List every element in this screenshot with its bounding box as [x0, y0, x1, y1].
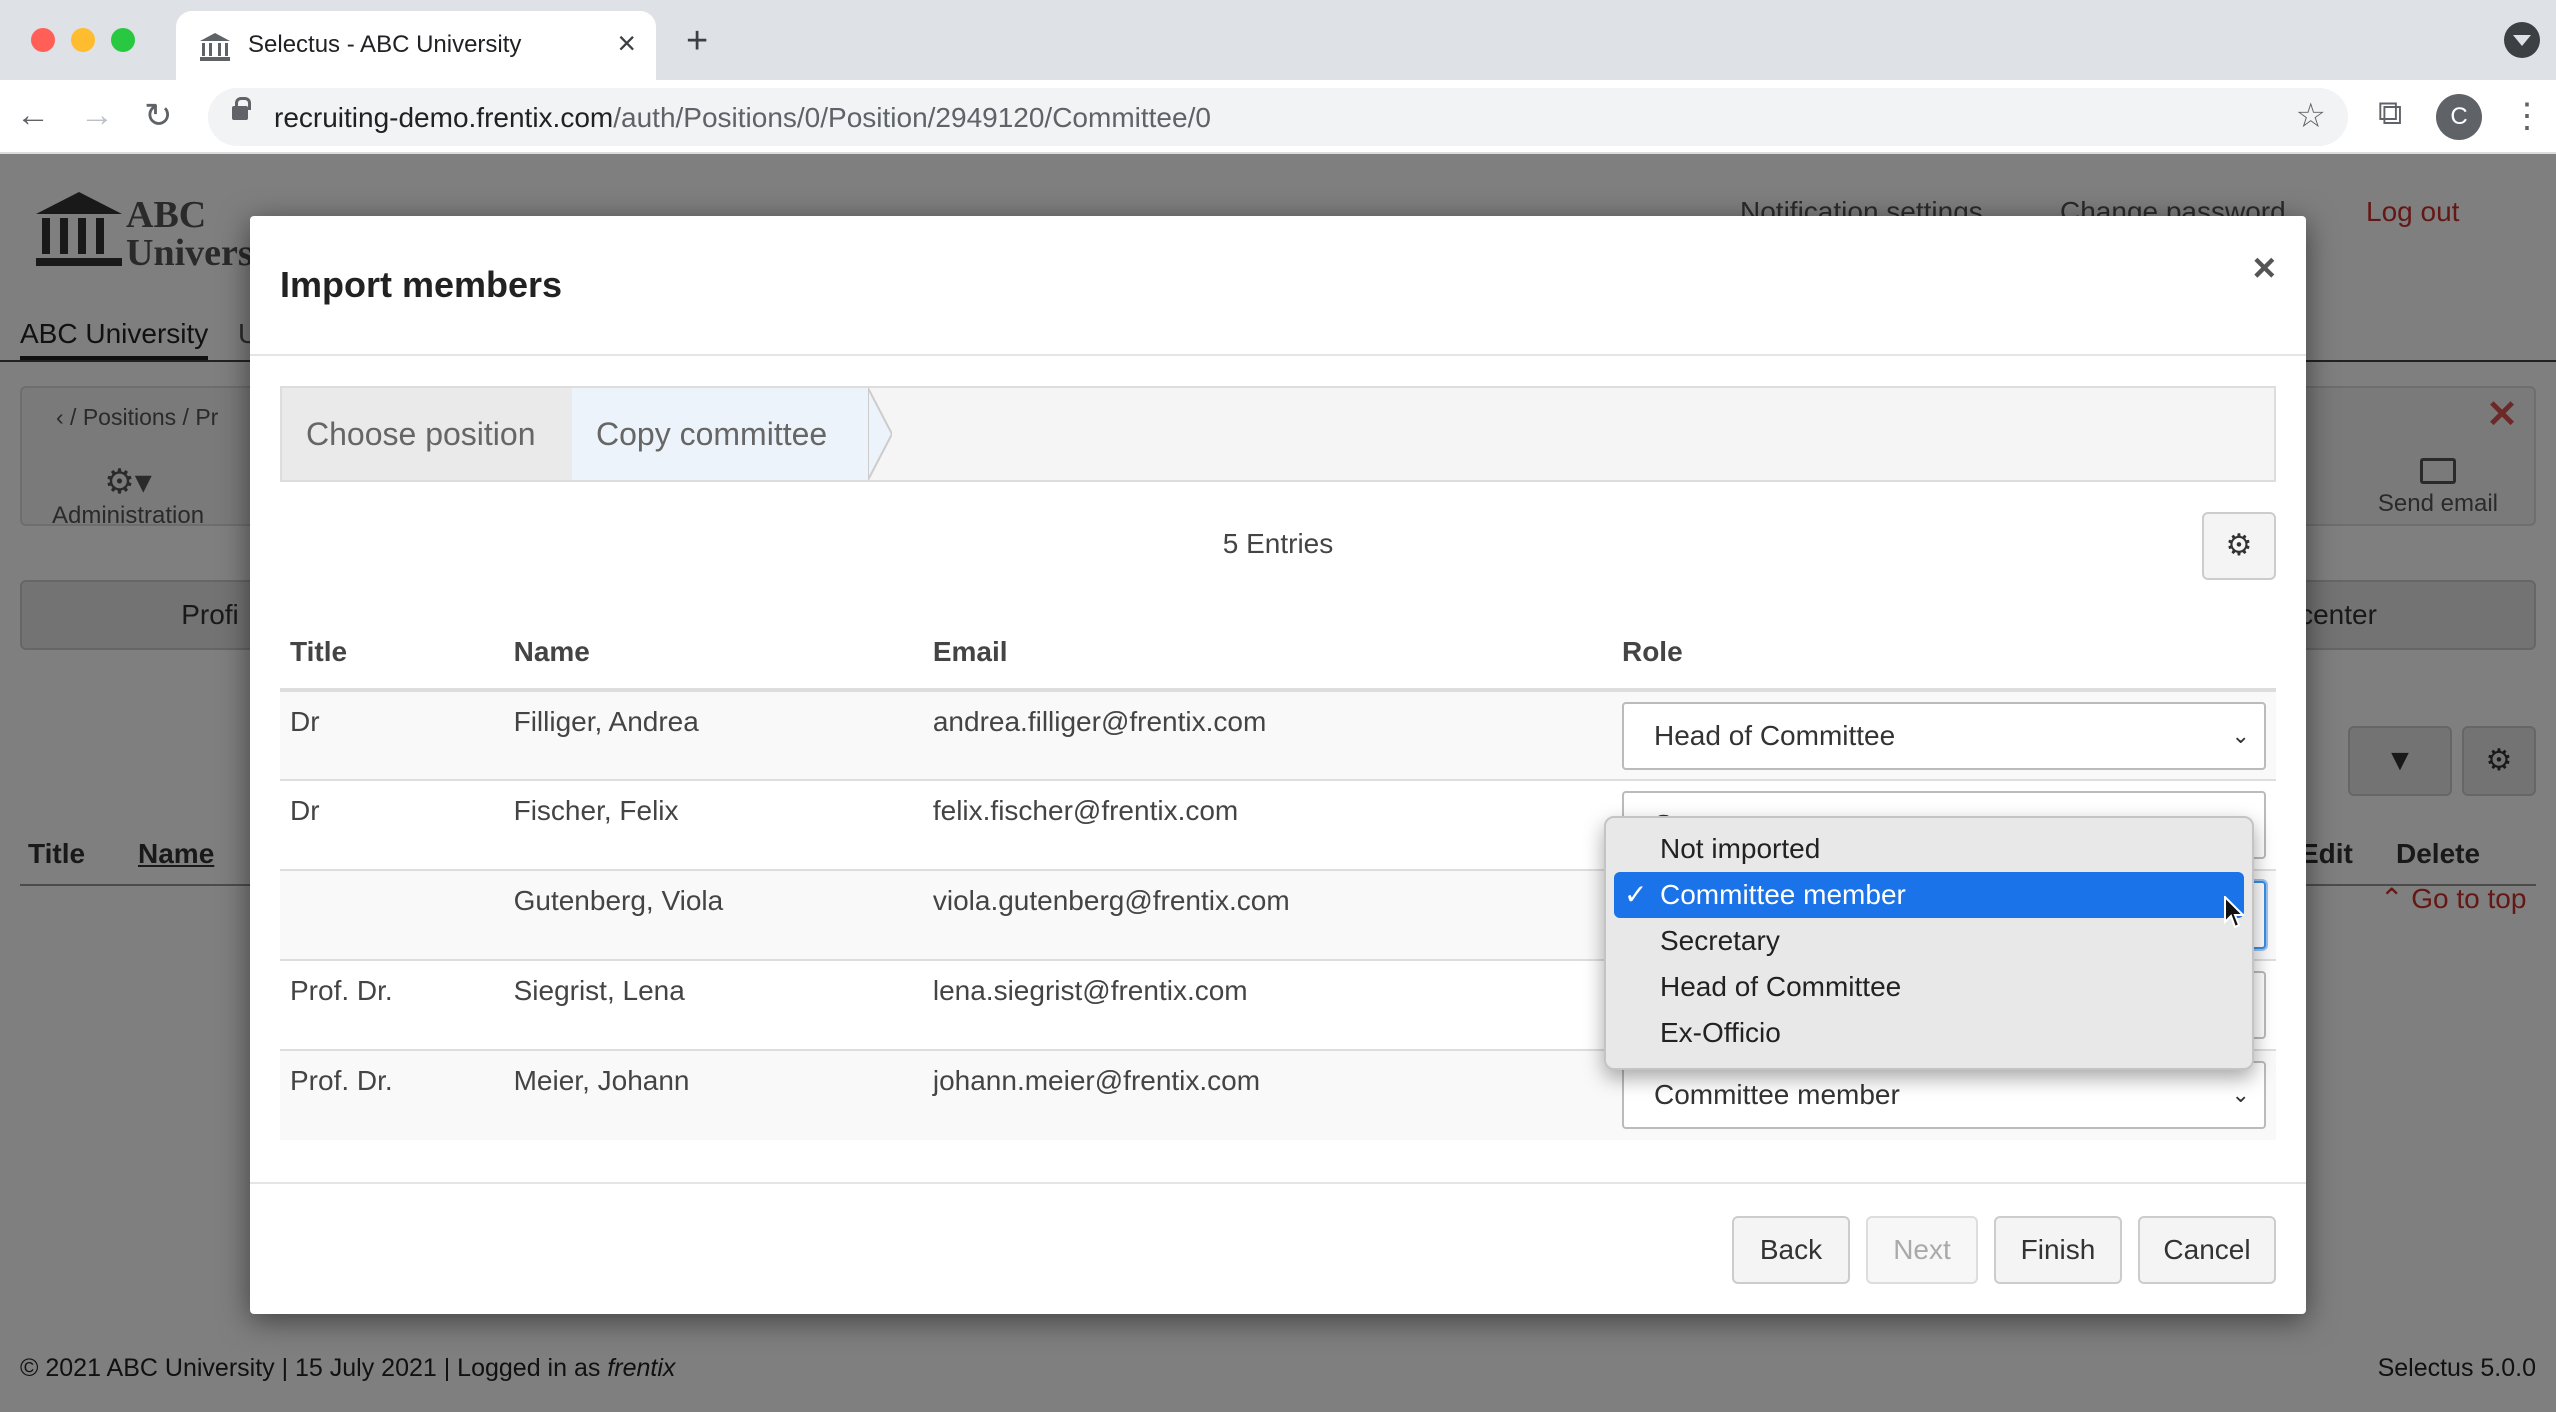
option-label: Head of Committee — [1660, 971, 1902, 1002]
browser-tabstrip: Selectus - ABC University × + — [0, 0, 2556, 80]
cell-email: felix.fischer@frentix.com — [922, 779, 1612, 870]
table-settings-gear-icon[interactable]: ⚙ — [2202, 512, 2276, 580]
chevron-down-icon: ⌄ — [2231, 723, 2250, 748]
close-icon[interactable]: × — [2253, 246, 2276, 291]
modal-header-divider — [250, 354, 2306, 356]
option-ex-officio[interactable]: Ex-Officio — [1614, 1010, 2244, 1056]
role-select[interactable]: Head of Committee ⌄ — [1621, 702, 2266, 770]
next-button[interactable]: Next — [1866, 1216, 1978, 1284]
role-select-value: Head of Committee — [1653, 720, 1896, 751]
option-not-imported[interactable]: Not imported — [1614, 826, 2244, 872]
step-chevron-icon — [868, 388, 892, 480]
back-button[interactable]: Back — [1732, 1216, 1850, 1284]
entries-count: 5 Entries — [1222, 528, 1334, 559]
cell-title: Dr — [280, 689, 504, 780]
mouse-pointer-icon — [2224, 896, 2244, 929]
cell-role: Head of Committee ⌄ — [1611, 689, 2276, 780]
window-close-button[interactable] — [31, 28, 55, 52]
role-dropdown-menu: Not imported ✓ Committee member Secretary… — [1604, 816, 2254, 1070]
step-copy-committee[interactable]: Copy committee — [572, 388, 868, 480]
modal-footer-divider — [250, 1182, 2306, 1184]
reload-icon[interactable]: ↻ — [144, 96, 173, 136]
bookmark-star-icon[interactable]: ☆ — [2296, 96, 2326, 136]
cell-name: Fischer, Felix — [503, 779, 923, 870]
finish-button[interactable]: Finish — [1994, 1216, 2122, 1284]
cell-title: Prof. Dr. — [280, 959, 504, 1050]
url-path: /auth/Positions/0/Position/2949120/Commi… — [613, 102, 1211, 133]
role-select[interactable]: Committee member ⌄ — [1621, 1061, 2266, 1129]
cell-email: lena.siegrist@frentix.com — [922, 959, 1612, 1050]
lock-icon — [232, 97, 251, 120]
import-members-modal: Import members × Choose position Copy co… — [250, 216, 2306, 1314]
tab-search-icon[interactable] — [2504, 22, 2540, 58]
chevron-down-icon: ⌄ — [2231, 1082, 2250, 1107]
cell-name: Siegrist, Lena — [503, 959, 923, 1050]
option-label: Ex-Officio — [1660, 1017, 1781, 1048]
cell-title: Dr — [280, 779, 504, 870]
checkmark-icon: ✓ — [1624, 879, 1648, 910]
browser-toolbar: ← → ↻ recruiting-demo.frentix.com/auth/P… — [0, 80, 2556, 154]
university-icon — [200, 33, 230, 61]
option-label: Secretary — [1660, 925, 1780, 956]
option-label: Committee member — [1660, 879, 1906, 910]
forward-arrow-icon[interactable]: → — [80, 96, 114, 135]
option-label: Not imported — [1660, 833, 1821, 864]
browser-tab[interactable]: Selectus - ABC University × — [176, 11, 656, 80]
cell-title: Prof. Dr. — [280, 1049, 504, 1140]
address-bar[interactable]: recruiting-demo.frentix.com/auth/Positio… — [208, 88, 2348, 146]
tab-title: Selectus - ABC University — [248, 31, 522, 58]
cancel-button[interactable]: Cancel — [2138, 1216, 2276, 1284]
back-arrow-icon[interactable]: ← — [16, 96, 50, 135]
cell-name: Gutenberg, Viola — [503, 869, 923, 960]
cell-email: andrea.filliger@frentix.com — [922, 689, 1612, 780]
window-minimize-button[interactable] — [71, 28, 95, 52]
browser-menu-icon[interactable]: ⋮ — [2510, 96, 2544, 136]
col-name: Name — [503, 616, 923, 692]
table-header-row: Title Name Email Role — [280, 616, 2276, 692]
cell-email: johann.meier@frentix.com — [922, 1049, 1612, 1140]
window-maximize-button[interactable] — [111, 28, 135, 52]
cell-name: Meier, Johann — [503, 1049, 923, 1140]
cell-email: viola.gutenberg@frentix.com — [922, 869, 1612, 960]
url-text: recruiting-demo.frentix.com/auth/Positio… — [274, 102, 1211, 134]
col-email: Email — [922, 616, 1612, 692]
col-title: Title — [280, 616, 504, 692]
option-head-of-committee[interactable]: Head of Committee — [1614, 964, 2244, 1010]
col-role: Role — [1611, 616, 2276, 692]
cell-title — [280, 869, 504, 960]
option-secretary[interactable]: Secretary — [1614, 918, 2244, 964]
option-committee-member[interactable]: ✓ Committee member — [1614, 872, 2244, 918]
role-select-value: Committee member — [1653, 1079, 1900, 1110]
step-choose-position[interactable]: Choose position — [282, 388, 572, 480]
new-tab-button[interactable]: + — [686, 20, 708, 63]
modal-title: Import members — [280, 264, 563, 305]
extensions-puzzle-icon[interactable]: ⧉ — [2378, 94, 2402, 133]
table-row: Dr Filliger, Andrea andrea.filliger@fren… — [280, 689, 2276, 780]
profile-avatar[interactable]: C — [2436, 94, 2482, 140]
wizard-steps: Choose position Copy committee — [280, 386, 2276, 482]
cell-name: Filliger, Andrea — [503, 689, 923, 780]
url-host: recruiting-demo.frentix.com — [274, 102, 614, 133]
tab-close-icon[interactable]: × — [617, 25, 636, 62]
